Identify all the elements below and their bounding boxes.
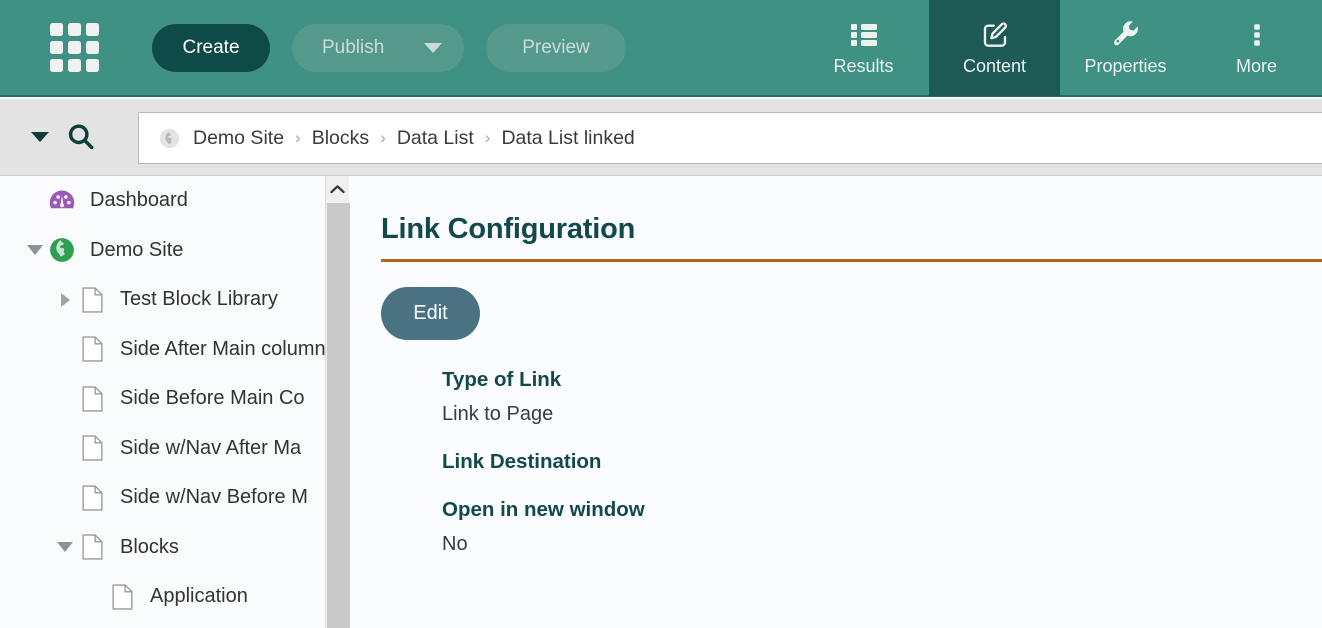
tab-content[interactable]: Content: [929, 0, 1060, 96]
search-icon[interactable]: [65, 121, 97, 153]
breadcrumb-separator: ›: [295, 128, 301, 147]
tree-item-test-block-library[interactable]: Test Block Library: [0, 275, 325, 325]
tree-item-side-wnav-after-main[interactable]: Side w/Nav After Ma: [0, 424, 325, 474]
tree-item-blocks[interactable]: Blocks: [0, 523, 325, 573]
waffle-cell: [49, 41, 63, 54]
waffle-cell: [67, 59, 81, 72]
publish-label: Publish: [322, 36, 385, 58]
chevron-down-icon[interactable]: [31, 132, 49, 142]
preview-button[interactable]: Preview: [486, 23, 626, 72]
field-label: Link Destination: [442, 450, 602, 473]
breadcrumb: Demo Site › Blocks › Data List › Data Li…: [138, 112, 1322, 164]
title-divider: [381, 259, 1322, 262]
tree-item-label: Side w/Nav Before M: [120, 486, 308, 509]
main-content-panel: Link Configuration Edit Type of Link Lin…: [350, 176, 1322, 628]
breadcrumb-separator: ›: [380, 128, 386, 147]
tree-item-side-before-main-column[interactable]: Side Before Main Co: [0, 374, 325, 424]
header-tabs: Results Content Properties More: [798, 0, 1322, 96]
tab-properties-label: Properties: [1084, 56, 1167, 76]
content-tree[interactable]: Dashboard Demo Site Test Block Library S…: [0, 176, 325, 628]
more-vertical-icon: [1242, 20, 1272, 50]
tree-twisty-collapsed[interactable]: [52, 292, 78, 307]
tab-results-label: Results: [833, 56, 894, 76]
tree-item-side-wnav-before-main[interactable]: Side w/Nav Before M: [0, 473, 325, 523]
top-header-bar: Create Publish Preview Results Content P…: [0, 0, 1322, 97]
tree-item-side-after-main-column[interactable]: Side After Main column: [0, 325, 325, 375]
page-icon: [78, 287, 106, 313]
globe-icon: [48, 236, 76, 264]
tree-item-label: Dashboard: [90, 189, 188, 212]
waffle-cell: [67, 23, 81, 36]
page-icon: [78, 386, 106, 412]
application-window: Create Publish Preview Results Content P…: [0, 0, 1322, 628]
tree-item-demo-site[interactable]: Demo Site: [0, 226, 325, 276]
tree-item-label: Blocks: [120, 535, 179, 558]
chevron-up-icon[interactable]: [326, 176, 349, 202]
page-icon: [78, 435, 106, 461]
breadcrumb-item-2[interactable]: Data List: [397, 127, 474, 150]
tree-twisty-expanded[interactable]: [52, 542, 78, 553]
field-value: No: [442, 533, 468, 555]
waffle-cell: [49, 23, 63, 36]
tree-item-label: Side Before Main Co: [120, 387, 305, 410]
field-list: Type of Link Link to Page Link Destinati…: [442, 368, 1322, 556]
page-title: Link Configuration: [381, 213, 636, 245]
tree-twisty-expanded[interactable]: [22, 245, 48, 256]
list-results-icon: [850, 20, 877, 50]
waffle-cell: [85, 23, 99, 36]
tab-content-label: Content: [962, 56, 1027, 76]
tab-more-label: More: [1235, 56, 1277, 76]
field-label: Open in new window: [442, 498, 645, 521]
tree-item-label: Side After Main column: [120, 337, 325, 360]
tree-item-label: Test Block Library: [120, 288, 278, 311]
page-icon: [78, 534, 106, 560]
tab-results[interactable]: Results: [798, 0, 929, 96]
field-open-in-new-window: Open in new window No: [442, 498, 1322, 556]
tree-item-label: Side w/Nav After Ma: [120, 436, 302, 459]
field-link-destination: Link Destination: [442, 450, 1322, 474]
breadcrumb-item-1[interactable]: Blocks: [312, 127, 369, 150]
breadcrumb-separator: ›: [484, 128, 491, 147]
waffle-cell: [67, 41, 81, 54]
create-button[interactable]: Create: [152, 23, 270, 72]
tab-properties[interactable]: Properties: [1060, 0, 1191, 96]
field-value: Link to Page: [442, 403, 554, 425]
edit-square-icon: [980, 20, 1010, 50]
tab-more[interactable]: More: [1191, 0, 1322, 96]
toolbar-search-bar: Demo Site › Blocks › Data List › Data Li…: [0, 99, 1322, 176]
page-icon: [108, 584, 136, 610]
tree-scrollbar[interactable]: [325, 176, 350, 628]
waffle-grid-icon[interactable]: [49, 23, 99, 72]
breadcrumb-item-3[interactable]: Data List linked: [501, 127, 634, 150]
field-label: Type of Link: [442, 368, 562, 391]
edit-button[interactable]: Edit: [381, 287, 480, 340]
publish-button[interactable]: Publish: [292, 23, 464, 72]
tree-item-label: Demo Site: [90, 238, 184, 261]
dashboard-gauge-icon: [48, 187, 76, 215]
globe-icon: [158, 127, 181, 150]
tree-item-label: Application: [150, 585, 248, 608]
field-type-of-link: Type of Link Link to Page: [442, 368, 1322, 426]
wrench-icon: [1111, 20, 1141, 50]
page-icon: [78, 336, 106, 362]
tree-item-partial[interactable]: [0, 622, 325, 628]
tree-item-dashboard[interactable]: Dashboard: [0, 176, 325, 226]
waffle-cell: [85, 59, 99, 72]
tree-scrollbar-thumb[interactable]: [327, 203, 350, 628]
page-icon: [78, 485, 106, 511]
tree-item-application[interactable]: Application: [0, 572, 325, 622]
waffle-cell: [49, 59, 63, 72]
waffle-cell: [85, 41, 99, 54]
chevron-down-icon[interactable]: [424, 42, 442, 53]
breadcrumb-item-0[interactable]: Demo Site: [193, 127, 284, 150]
